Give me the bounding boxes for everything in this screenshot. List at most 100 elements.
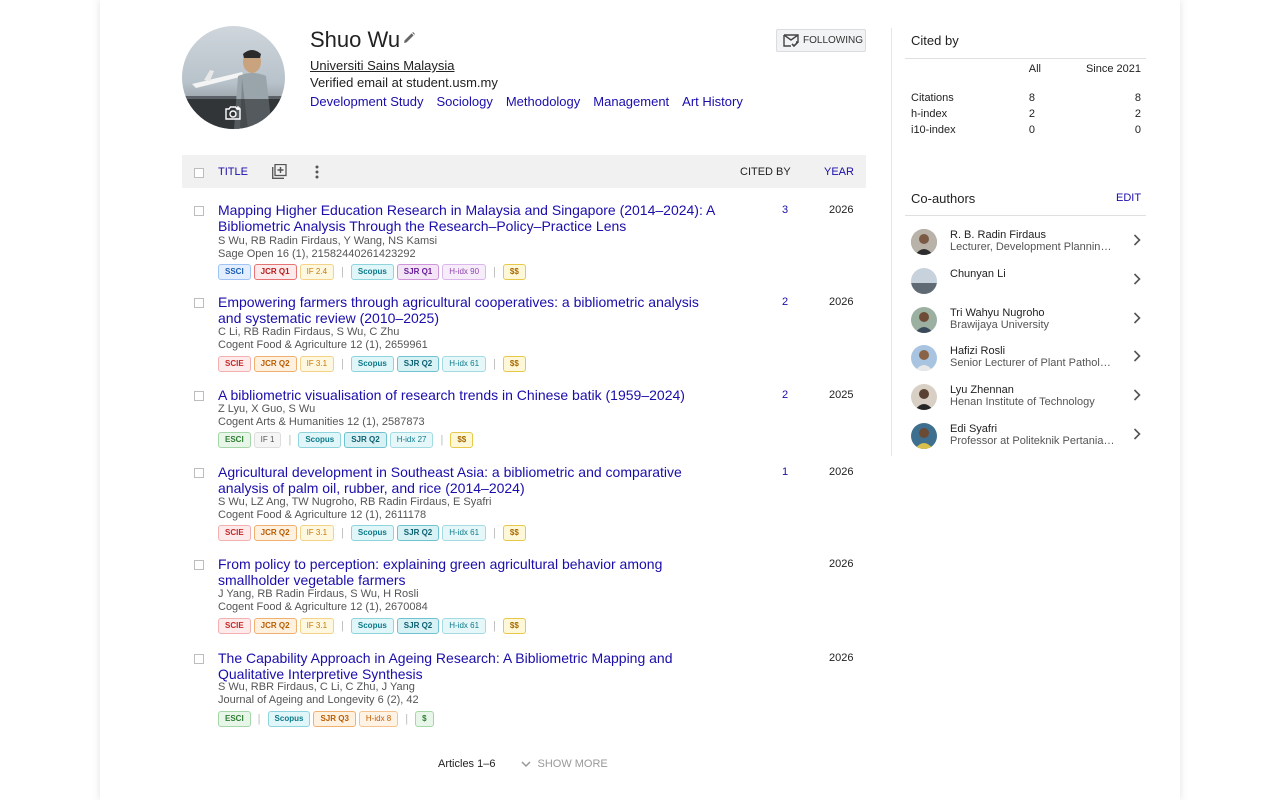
scopus-badge: Scopus: [350, 618, 394, 634]
coauthor-name: Hafizi Rosli: [950, 345, 1006, 357]
more-options-icon[interactable]: [314, 164, 320, 180]
stats-label[interactable]: i10-index: [911, 124, 956, 136]
articles-count: Articles 1–6: [438, 758, 496, 770]
h-index-badge: H-idx 61: [442, 525, 487, 541]
research-interests: Development Study Sociology Methodology …: [310, 94, 743, 109]
article-authors: J Yang, RB Radin Firdaus, S Wu, H Rosli: [218, 588, 419, 600]
coauthor-photo: [911, 384, 937, 410]
pencil-edit-icon[interactable]: [402, 31, 416, 45]
article-authors: S Wu, RB Radin Firdaus, Y Wang, NS Kamsi: [218, 235, 438, 247]
article-title[interactable]: Agricultural development in Southeast As…: [218, 464, 718, 496]
interest-link[interactable]: Art History: [682, 94, 743, 109]
article-authors: S Wu, LZ Ang, TW Nugroho, RB Radin Firda…: [218, 496, 492, 508]
cost-badge: $$: [502, 525, 526, 541]
article-venue: Journal of Ageing and Longevity 6 (2), 4…: [218, 694, 419, 706]
article-authors: C Li, RB Radin Firdaus, S Wu, C Zhu: [218, 326, 400, 338]
index-badge: ESCI: [218, 432, 251, 448]
coauthor-avatar: [911, 307, 937, 333]
article-cited-count[interactable]: 3: [782, 204, 788, 216]
sort-by-title[interactable]: TITLE: [218, 166, 248, 178]
stats-since-value: 0: [1134, 124, 1141, 136]
article-badges: ESCI IF 1 | Scopus SJR Q2 H-idx 27 | $$: [218, 432, 474, 448]
chevron-right-icon: [1133, 350, 1141, 362]
badge-separator: |: [341, 527, 344, 539]
article-badges: SCIE JCR Q2 IF 3.1 | Scopus SJR Q2 H-idx…: [218, 618, 526, 634]
article-year: 2025: [829, 389, 854, 401]
badge-separator: |: [341, 358, 344, 370]
article-cited-count[interactable]: 2: [782, 296, 788, 308]
coauthor-item[interactable]: Hafizi Rosli Senior Lecturer of Plant Pa…: [911, 345, 1146, 381]
article-badges: SCIE JCR Q2 IF 3.1 | Scopus SJR Q2 H-idx…: [218, 525, 526, 541]
article-title[interactable]: A bibliometric visualisation of research…: [218, 387, 718, 403]
sort-by-year[interactable]: YEAR: [824, 166, 854, 178]
coauthor-item[interactable]: Tri Wahyu Nugroho Brawijaya University: [911, 307, 1146, 343]
profile-affiliation[interactable]: Universiti Sains Malaysia: [310, 58, 455, 73]
coauthor-name: R. B. Radin Firdaus: [950, 229, 1046, 241]
change-photo-overlay[interactable]: [182, 99, 285, 129]
stats-all-value: 8: [1028, 92, 1035, 104]
interest-link[interactable]: Development Study: [310, 94, 423, 109]
sjr-badge: SJR Q1: [396, 264, 440, 280]
interest-link[interactable]: Methodology: [506, 94, 580, 109]
select-all-checkbox[interactable]: [194, 168, 204, 178]
show-more-label: SHOW MORE: [537, 758, 608, 770]
coauthor-affiliation: Henan Institute of Technology: [950, 396, 1095, 408]
coauthor-avatar: [911, 384, 937, 410]
h-index-badge: H-idx 90: [442, 264, 487, 280]
coauthor-avatar: [911, 345, 937, 371]
jcr-badge: JCR Q1: [253, 264, 297, 280]
following-button[interactable]: FOLLOWING: [776, 29, 866, 52]
cited-by-column-header[interactable]: CITED BY: [740, 166, 791, 178]
article-row: Mapping Higher Education Research in Mal…: [182, 202, 866, 282]
index-badge: SCIE: [218, 356, 251, 372]
impact-factor-badge: IF 3.1: [299, 356, 335, 372]
article-cited-count[interactable]: 1: [782, 466, 788, 478]
add-article-icon[interactable]: [272, 164, 287, 179]
article-year: 2026: [829, 466, 854, 478]
article-badges: SCIE JCR Q2 IF 3.1 | Scopus SJR Q2 H-idx…: [218, 356, 526, 372]
article-checkbox[interactable]: [194, 206, 204, 216]
article-checkbox[interactable]: [194, 391, 204, 401]
stats-label[interactable]: h-index: [911, 108, 947, 120]
article-title[interactable]: From policy to perception: explaining gr…: [218, 556, 718, 588]
badge-separator: |: [493, 358, 496, 370]
articles-table-header: TITLE CITED BY YEAR: [182, 155, 866, 188]
coauthor-affiliation: Lecturer, Development Planning and Manag…: [950, 241, 1115, 253]
badge-separator: |: [405, 713, 409, 725]
article-title[interactable]: Empowering farmers through agricultural …: [218, 294, 718, 326]
badge-separator: |: [440, 434, 444, 446]
article-checkbox[interactable]: [194, 298, 204, 308]
coauthor-item[interactable]: Edi Syafri Professor at Politeknik Perta…: [911, 423, 1146, 459]
article-cited-count[interactable]: 2: [782, 389, 788, 401]
coauthor-item[interactable]: R. B. Radin Firdaus Lecturer, Developmen…: [911, 229, 1146, 265]
article-badges: ESCI | Scopus SJR Q3 H-idx 8 | $: [218, 711, 434, 727]
profile-avatar[interactable]: [182, 26, 285, 129]
impact-factor-badge: IF 1: [253, 432, 282, 448]
article-checkbox[interactable]: [194, 468, 204, 478]
stats-since-value: 2: [1134, 108, 1141, 120]
article-title[interactable]: The Capability Approach in Ageing Resear…: [218, 650, 718, 682]
stats-label[interactable]: Citations: [911, 92, 954, 104]
stats-row: Citations 8 8: [911, 92, 1141, 108]
cost-badge: $$: [450, 432, 474, 448]
article-checkbox[interactable]: [194, 654, 204, 664]
coauthor-name: Edi Syafri: [950, 423, 998, 435]
coauthors-edit-button[interactable]: EDIT: [1116, 192, 1141, 204]
badge-separator: |: [288, 434, 292, 446]
interest-link[interactable]: Sociology: [436, 94, 492, 109]
article-venue: Cogent Food & Agriculture 12 (1), 261117…: [218, 509, 427, 521]
coauthor-affiliation: Professor at Politeknik Pertanian Negeri…: [950, 435, 1115, 447]
interest-link[interactable]: Management: [593, 94, 669, 109]
citation-stats-table: All Since 2021 Citations 8 8 h-index 2 2…: [911, 63, 1141, 140]
coauthor-item[interactable]: Chunyan Li: [911, 268, 1146, 304]
following-label: FOLLOWING: [803, 35, 864, 46]
article-checkbox[interactable]: [194, 560, 204, 570]
article-badges: SSCI JCR Q1 IF 2.4 | Scopus SJR Q1 H-idx…: [218, 264, 526, 280]
article-row: From policy to perception: explaining gr…: [182, 556, 866, 636]
article-title[interactable]: Mapping Higher Education Research in Mal…: [218, 202, 718, 234]
show-more-button[interactable]: SHOW MORE: [521, 758, 608, 770]
article-year: 2026: [829, 296, 854, 308]
coauthor-item[interactable]: Lyu Zhennan Henan Institute of Technolog…: [911, 384, 1146, 420]
stats-all-value: 0: [1028, 124, 1035, 136]
impact-factor-badge: IF 3.1: [299, 525, 335, 541]
